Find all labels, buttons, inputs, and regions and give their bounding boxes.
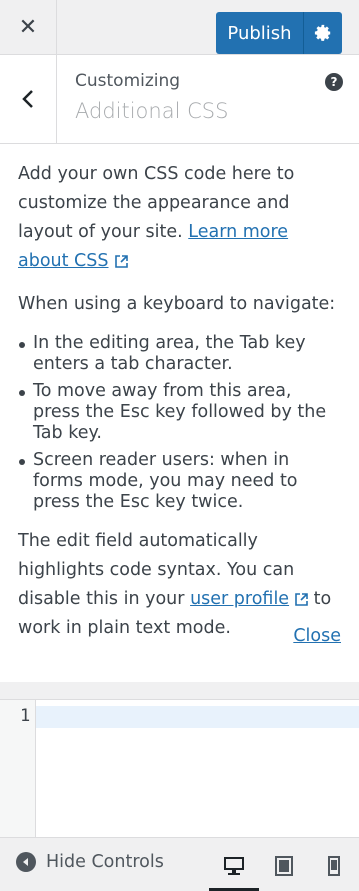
css-editor[interactable]: 1	[0, 699, 359, 838]
line-number-gutter: 1	[0, 700, 36, 838]
desktop-icon	[224, 857, 244, 875]
intro-paragraph: Add your own CSS code here to customize …	[18, 160, 341, 276]
active-code-line[interactable]	[36, 706, 359, 728]
collapse-arrow-icon	[16, 852, 36, 872]
tablet-icon	[275, 856, 293, 876]
section-title: Additional CSS	[75, 99, 229, 123]
description-panel: Add your own CSS code here to customize …	[0, 144, 359, 682]
close-description-link[interactable]: Close	[293, 622, 341, 651]
keyboard-tips-list: In the editing area, the Tab key enters …	[18, 333, 341, 513]
chevron-left-icon	[22, 90, 33, 108]
back-button[interactable]	[0, 55, 57, 143]
publish-button[interactable]: Publish	[216, 12, 304, 54]
preview-desktop-button[interactable]	[220, 852, 248, 880]
section-header: Customizing Additional CSS ?	[0, 55, 359, 144]
publish-settings-button[interactable]	[304, 12, 342, 54]
list-item: In the editing area, the Tab key enters …	[18, 333, 341, 375]
gear-icon	[314, 24, 331, 41]
hide-controls-label: Hide Controls	[46, 852, 164, 872]
hide-controls-button[interactable]: Hide Controls	[16, 852, 164, 872]
preview-tablet-button[interactable]	[270, 852, 298, 880]
breadcrumb: Customizing	[75, 71, 181, 91]
line-number: 1	[20, 706, 31, 726]
help-icon[interactable]: ?	[325, 73, 343, 91]
customizer-header: ✕ Publish	[0, 0, 359, 55]
preview-mobile-button[interactable]	[320, 852, 348, 880]
list-item: Screen reader users: when in forms mode,…	[18, 450, 341, 513]
external-link-icon	[114, 255, 128, 268]
publish-group: Publish	[216, 12, 342, 54]
external-link-icon	[295, 593, 308, 606]
keyboard-heading: When using a keyboard to navigate:	[18, 294, 336, 314]
close-customizer-button[interactable]: ✕	[0, 0, 57, 54]
customizer-footer: Hide Controls	[0, 837, 359, 891]
user-profile-link[interactable]: user profile	[190, 589, 289, 609]
mobile-icon	[328, 856, 340, 876]
list-item: To move away from this area, press the E…	[18, 381, 341, 444]
close-icon: ✕	[18, 14, 38, 40]
